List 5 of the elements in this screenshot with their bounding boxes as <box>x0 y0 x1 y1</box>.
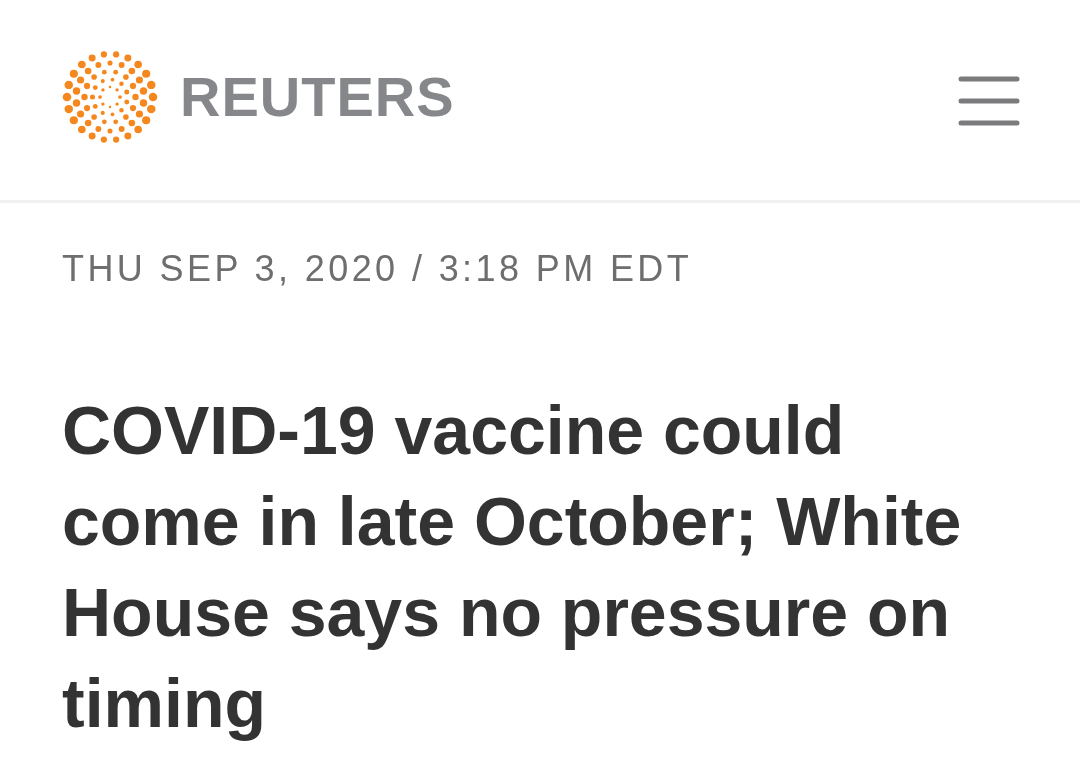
article-dateline: THU SEP 3, 2020 / 3:18 PM EDT <box>62 247 694 291</box>
menu-button[interactable] <box>958 76 1020 126</box>
brand-name: REUTERS <box>180 69 455 125</box>
menu-icon <box>958 76 1020 126</box>
article-headline: COVID-19 vaccine could come in late October; White House says no pressure on timing <box>62 391 963 743</box>
